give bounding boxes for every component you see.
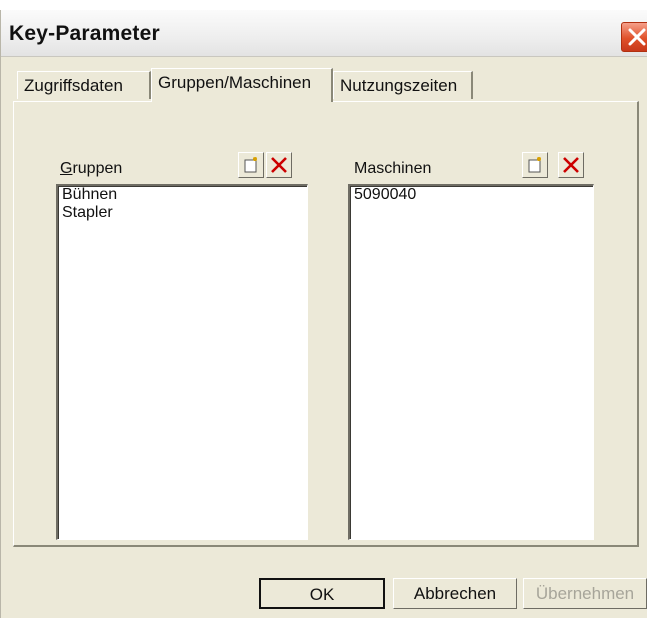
ok-button[interactable]: OK bbox=[259, 578, 385, 609]
close-icon bbox=[628, 28, 646, 46]
delete-icon bbox=[271, 157, 287, 173]
cancel-button[interactable]: Abbrechen bbox=[393, 578, 517, 609]
groups-label: Gruppen bbox=[60, 160, 123, 177]
close-button[interactable] bbox=[621, 22, 647, 52]
groups-section: Gruppen Bühnen Stapler bbox=[56, 152, 316, 542]
tab-label: Nutzungszeiten bbox=[340, 76, 458, 95]
machines-delete-button[interactable] bbox=[558, 152, 584, 178]
new-document-icon bbox=[528, 157, 541, 173]
groups-new-button[interactable] bbox=[238, 152, 264, 178]
tab-panel: Gruppen Bühnen Stapler Maschinen 5090040 bbox=[13, 101, 639, 547]
groups-delete-button[interactable] bbox=[266, 152, 292, 178]
tab-label: Gruppen/Maschinen bbox=[158, 73, 312, 92]
machines-new-button[interactable] bbox=[522, 152, 548, 178]
tab-gruppen-maschinen[interactable]: Gruppen/Maschinen bbox=[151, 68, 333, 102]
machines-section: Maschinen 5090040 bbox=[348, 152, 610, 542]
list-item[interactable]: Stapler bbox=[58, 204, 307, 222]
tab-nutzungszeiten[interactable]: Nutzungszeiten bbox=[333, 71, 473, 99]
tab-zugriffsdaten[interactable]: Zugriffsdaten bbox=[17, 71, 151, 99]
title-bar[interactable]: Key-Parameter bbox=[1, 10, 647, 57]
tab-label: Zugriffsdaten bbox=[24, 76, 123, 95]
machines-list[interactable]: 5090040 bbox=[348, 184, 594, 540]
new-document-icon bbox=[244, 157, 257, 173]
list-item[interactable]: Bühnen bbox=[58, 186, 307, 204]
list-item[interactable]: 5090040 bbox=[350, 186, 593, 204]
dialog-window: Key-Parameter Zugriffsdaten Gruppen/Masc… bbox=[0, 10, 647, 618]
groups-list[interactable]: Bühnen Stapler bbox=[56, 184, 308, 540]
apply-button[interactable]: Übernehmen bbox=[523, 578, 647, 609]
delete-icon bbox=[563, 157, 579, 173]
machines-label: Maschinen bbox=[354, 160, 432, 177]
window-title: Key-Parameter bbox=[9, 22, 160, 45]
